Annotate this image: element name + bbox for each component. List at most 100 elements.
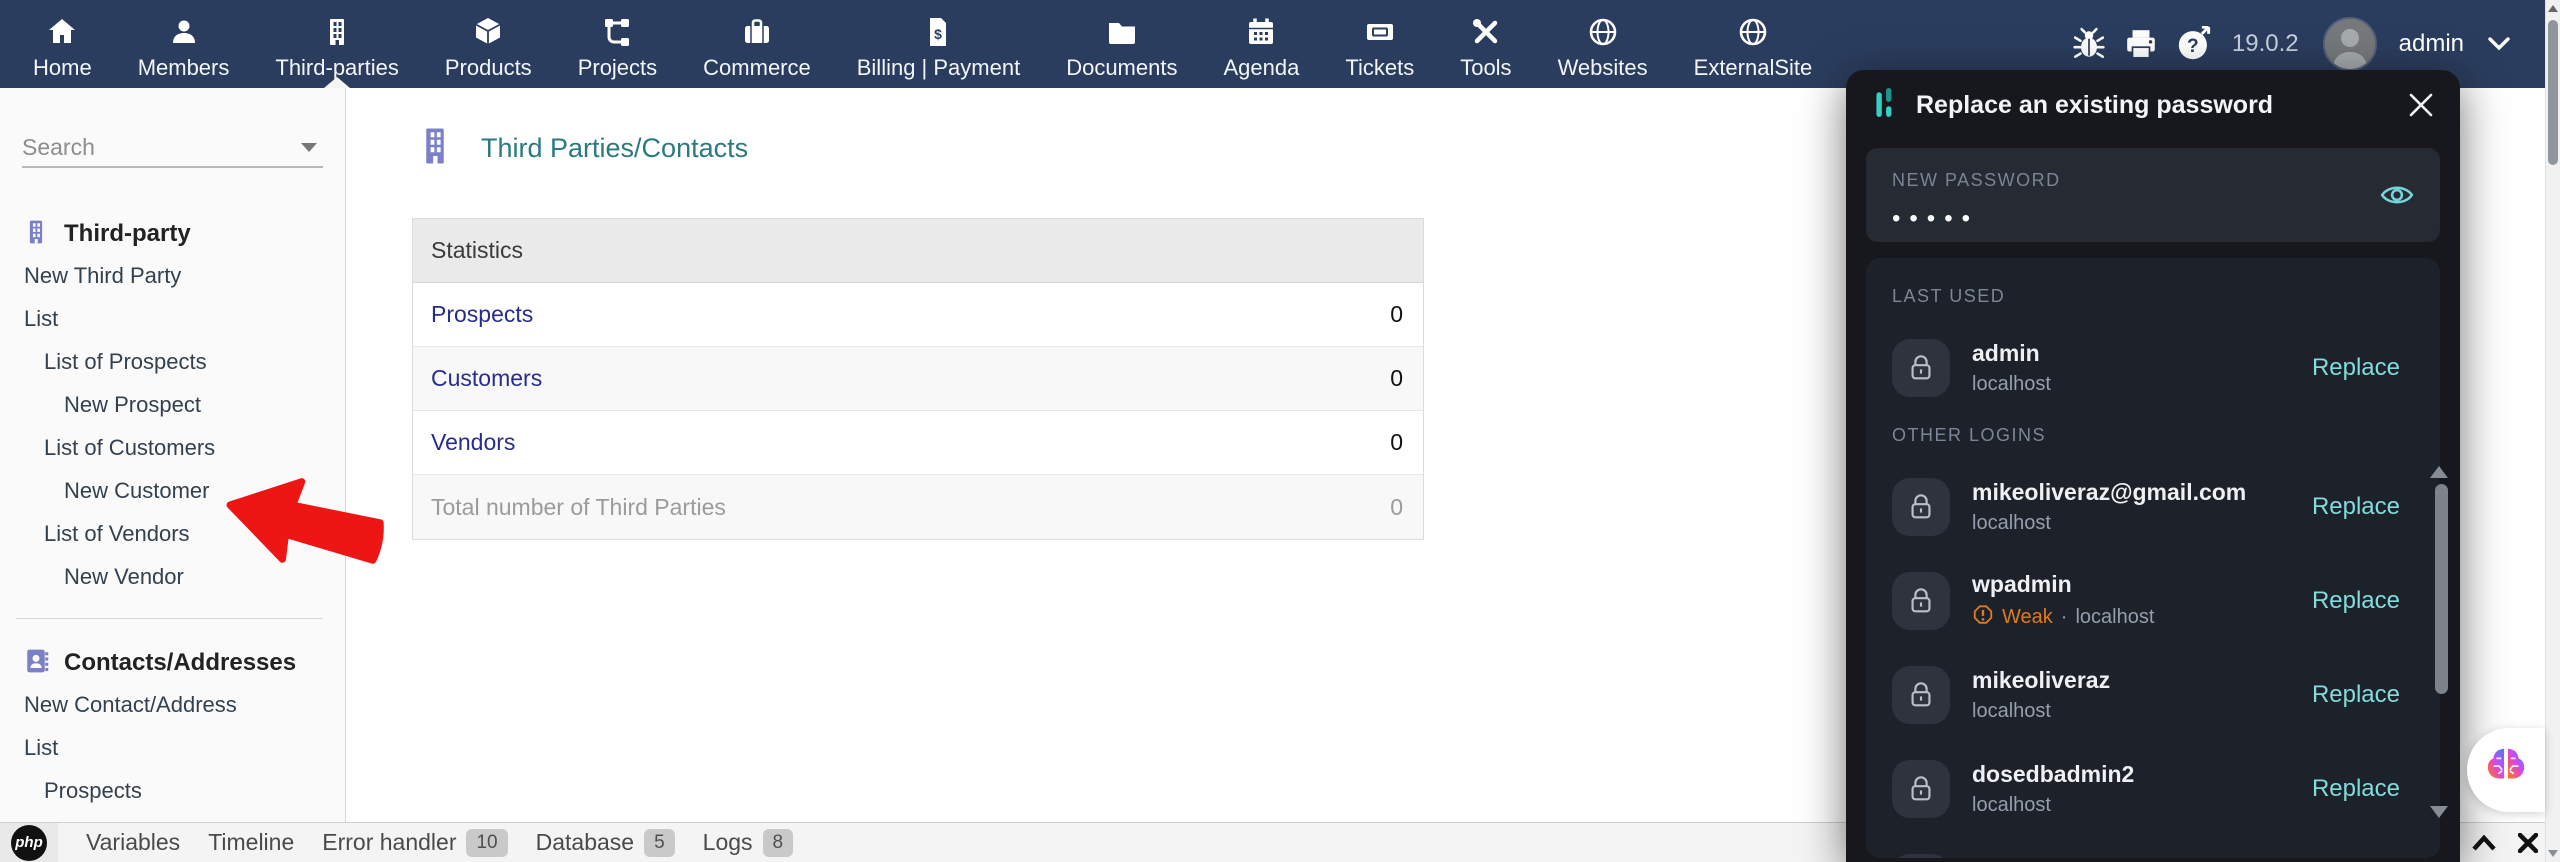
logins-panel: LAST USED admin localhost Replace OTHER …: [1866, 258, 2440, 858]
debug-tab-database[interactable]: Database 5: [535, 828, 675, 857]
new-password-field[interactable]: NEW PASSWORD •••••: [1866, 148, 2440, 242]
sidebar-item-contacts-list[interactable]: List: [0, 726, 345, 769]
replace-button[interactable]: Replace: [2312, 587, 2400, 615]
login-row-wpadmin[interactable]: wpadmin Weak · localhost Replace: [1892, 554, 2414, 648]
building-icon: [22, 218, 50, 251]
customers-link[interactable]: Customers: [431, 365, 542, 392]
nav-item-home[interactable]: Home: [10, 0, 115, 88]
nav-item-billing-payment[interactable]: $ Billing | Payment: [834, 0, 1043, 88]
nav-item-documents[interactable]: Documents: [1043, 0, 1200, 88]
login-weak-domain: Weak · localhost: [1972, 604, 2312, 632]
login-row-mikeoliveraz[interactable]: mikeoliveraz localhost Replace: [1892, 648, 2414, 742]
login-username: mikeoliveraz: [1972, 667, 2111, 693]
section-title: Contacts/Addresses: [64, 649, 297, 676]
close-x-icon[interactable]: [2518, 833, 2538, 853]
debug-tab-logs[interactable]: Logs 8: [702, 828, 794, 857]
sidebar-item-list-of-customers[interactable]: List of Customers: [0, 426, 345, 469]
scrollbar-up-arrow[interactable]: [2548, 5, 2558, 12]
login-info: dosedbadmin2 localhost: [1972, 761, 2312, 817]
caret-down-icon: [301, 142, 317, 152]
debug-tab-timeline[interactable]: Timeline: [208, 829, 294, 856]
sidebar-item-new-customer[interactable]: New Customer: [0, 469, 345, 512]
replace-button[interactable]: Replace: [2312, 493, 2400, 521]
vendors-link[interactable]: Vendors: [431, 429, 515, 456]
eye-icon[interactable]: [2380, 180, 2414, 215]
nav-item-tools[interactable]: Tools: [1437, 0, 1534, 88]
login-info: wpadmin Weak · localhost: [1972, 571, 2312, 632]
login-domain: localhost: [1972, 373, 2051, 395]
tab-label: Logs: [702, 829, 753, 855]
sidebar-item-list-of-prospects[interactable]: List of Prospects: [0, 340, 345, 383]
nav-item-members[interactable]: Members: [115, 0, 253, 88]
folder-icon: [1106, 14, 1138, 50]
nav-item-commerce[interactable]: Commerce: [680, 0, 834, 88]
sidebar-item-new-contact-address[interactable]: New Contact/Address: [0, 683, 345, 726]
nav-item-projects[interactable]: Projects: [555, 0, 680, 88]
sidebar-item-contacts-prospects[interactable]: Prospects: [0, 769, 345, 812]
browser-extension-pill[interactable]: [2467, 728, 2545, 812]
nav-item-agenda[interactable]: Agenda: [1200, 0, 1322, 88]
php-logo-button[interactable]: php: [0, 822, 58, 862]
popup-scrollbar-thumb[interactable]: [2435, 484, 2448, 694]
table-row-vendors: Vendors 0: [413, 411, 1423, 475]
avatar[interactable]: [2322, 17, 2377, 71]
lock-icon: [1892, 666, 1950, 724]
sidebar-item-new-vendor[interactable]: New Vendor: [0, 555, 345, 598]
replace-button[interactable]: Replace: [2312, 775, 2400, 803]
nav-item-third-parties[interactable]: Third-parties: [252, 0, 421, 88]
help-icon[interactable]: ?: [2176, 26, 2212, 62]
replace-button[interactable]: Replace: [2312, 681, 2400, 709]
sidebar-item-list[interactable]: List: [0, 297, 345, 340]
login-row-admin[interactable]: admin localhost Replace: [1892, 321, 2414, 415]
section-header: Third-party: [0, 214, 345, 254]
briefcase-icon: [741, 14, 773, 50]
globe-icon: [1737, 14, 1769, 50]
close-icon[interactable]: [2408, 92, 2434, 118]
new-password-label: NEW PASSWORD: [1892, 170, 2061, 190]
sidebar-item-new-prospect[interactable]: New Prospect: [0, 383, 345, 426]
search-input[interactable]: Search: [22, 134, 301, 161]
tab-label: Database: [535, 829, 635, 855]
building-icon: [321, 14, 353, 50]
search-select[interactable]: Search: [22, 128, 323, 168]
table-row-total: Total number of Third Parties 0: [413, 475, 1423, 539]
bug-icon[interactable]: [2072, 27, 2106, 61]
create-new-login-row[interactable]: Create new login +: [1892, 836, 2414, 858]
lock-icon: [1892, 572, 1950, 630]
lock-icon: [1892, 478, 1950, 536]
debug-tab-variables[interactable]: Variables: [86, 829, 180, 856]
plus-icon: [1892, 854, 1950, 858]
chevron-down-icon[interactable]: [2488, 37, 2510, 51]
database-count-badge: 5: [644, 828, 675, 857]
prospects-link[interactable]: Prospects: [431, 301, 533, 328]
nav-item-tickets[interactable]: Tickets: [1322, 0, 1437, 88]
prospects-count: 0: [1390, 301, 1403, 327]
login-info: admin localhost: [1972, 340, 2312, 396]
nav-label: Agenda: [1223, 55, 1300, 80]
popup-scrollbar-down[interactable]: [2430, 806, 2448, 818]
scrollbar-down-arrow[interactable]: [2548, 850, 2558, 857]
branch-icon: [601, 14, 633, 50]
logs-count-badge: 8: [762, 828, 794, 857]
total-label: Total number of Third Parties: [431, 493, 726, 520]
cube-icon: [472, 14, 504, 50]
debug-tab-error-handler[interactable]: Error handler 10: [322, 828, 508, 857]
tools-icon: [1470, 14, 1502, 50]
login-row-mikeoliveraz-gmail[interactable]: mikeoliveraz@gmail.com localhost Replace: [1892, 460, 2414, 554]
replace-button[interactable]: Replace: [2312, 354, 2400, 382]
sidebar-item-list-of-vendors[interactable]: List of Vendors: [0, 512, 345, 555]
address-book-icon: [22, 647, 50, 680]
printer-icon[interactable]: [2124, 27, 2158, 61]
table-row-customers: Customers 0: [413, 347, 1423, 411]
error-count-badge: 10: [466, 828, 508, 857]
popup-scrollbar-up[interactable]: [2430, 466, 2448, 478]
nav-item-websites[interactable]: Websites: [1535, 0, 1671, 88]
scrollbar-thumb[interactable]: [2548, 20, 2558, 165]
sidebar-item-new-third-party[interactable]: New Third Party: [0, 254, 345, 297]
sidebar-section-third-party: Third-party New Third Party List List of…: [0, 214, 345, 598]
window-scrollbar[interactable]: [2545, 0, 2560, 862]
nav-item-products[interactable]: Products: [422, 0, 555, 88]
collapse-chevron-icon[interactable]: [2472, 835, 2496, 851]
nav-item-externalsite[interactable]: ExternalSite: [1671, 0, 1836, 88]
login-row-dosedbadmin2[interactable]: dosedbadmin2 localhost Replace: [1892, 742, 2414, 836]
